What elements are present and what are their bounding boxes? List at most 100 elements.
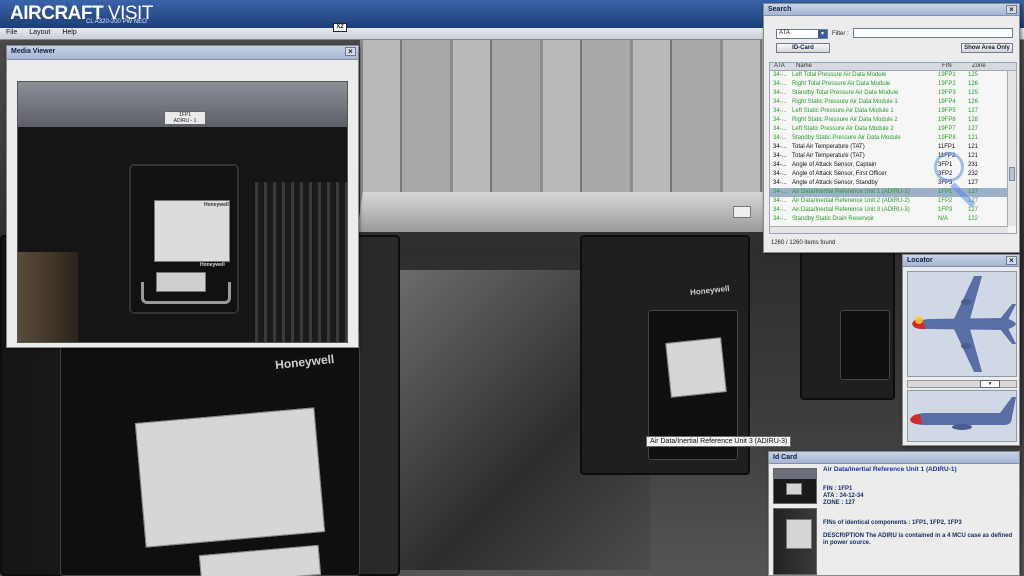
thumbnail-plate: [786, 483, 802, 495]
table-row[interactable]: 34-... Right Static Pressure Air Data Mod…: [770, 116, 1016, 125]
show-area-only-button[interactable]: Show Area Only: [961, 43, 1013, 53]
cell-ata: 34-...: [773, 108, 787, 114]
table-row[interactable]: 34-... Left Static Pressure Air Data Modu…: [770, 107, 1016, 116]
aircraft-top-view[interactable]: [907, 271, 1017, 377]
slider-knob[interactable]: ▼: [980, 380, 1000, 388]
table-row[interactable]: 34-... Right Total Pressure Air Data Modu…: [770, 80, 1016, 89]
cell-ata: 34-...: [773, 171, 787, 177]
column-header-name[interactable]: Name: [792, 63, 938, 70]
cell-name: Total Air Temperature (TAT): [792, 144, 865, 150]
cell-ata: 34-...: [773, 144, 787, 150]
cell-fin: 19FP8: [938, 135, 956, 141]
locator-slider[interactable]: ▼: [907, 380, 1017, 388]
cell-zone: 125: [968, 72, 979, 78]
cell-name: Angle of Attack Sensor, First Officer: [792, 171, 887, 177]
locator-window: Locator × ▼: [902, 254, 1020, 446]
table-row[interactable]: 34-... Angle of Attack Sensor, Captain 3FP…: [770, 161, 1016, 170]
cell-name: Left Static Pressure Air Data Module 1: [792, 108, 894, 114]
photo-brand-label: Honeywell: [204, 202, 229, 208]
close-icon[interactable]: ×: [1006, 256, 1017, 265]
component-zone: ZONE : 127: [823, 500, 856, 506]
cell-ata: 34-...: [773, 198, 787, 204]
cell-name: Standby Static Pressure Air Data Module: [792, 135, 901, 141]
table-row[interactable]: 34-... Air Data/Inertial Reference Unit 2…: [770, 197, 1016, 206]
photo-brand-label-lower: Honeywell: [200, 262, 225, 268]
aircraft-model-label: CL A320-200 PW NEO: [86, 19, 147, 25]
table-row[interactable]: 34-... Air Data/Inertial Reference Unit 3…: [770, 206, 1016, 215]
media-viewer-title-bar[interactable]: Media Viewer ×: [7, 46, 358, 60]
cell-zone: 121: [968, 153, 979, 159]
column-header-zone[interactable]: Zone: [968, 63, 992, 70]
column-header-fin[interactable]: FIN: [938, 63, 968, 70]
cell-ata: 34-...: [773, 216, 787, 222]
cell-fin: N/A: [938, 216, 949, 222]
close-icon[interactable]: ×: [1006, 5, 1017, 14]
table-row[interactable]: 34-... Left Total Pressure Air Data Modul…: [770, 71, 1016, 80]
media-photo[interactable]: 1FP1 ADIRU - 1 Honeywell Honeywell: [17, 81, 348, 343]
cell-zone: 126: [968, 81, 979, 87]
cell-zone: 127: [968, 180, 979, 186]
cell-zone: 232: [968, 171, 979, 177]
cell-name: Angle of Attack Sensor, Captain: [792, 162, 877, 168]
cell-zone: 125: [968, 90, 979, 96]
category-select-value: ATA: [779, 30, 790, 36]
cell-ata: 34-...: [773, 135, 787, 141]
cell-name: Standby Total Pressure Air Data Module: [792, 90, 899, 96]
menu-help[interactable]: Help: [56, 28, 82, 37]
shelf-label: [733, 206, 751, 218]
id-card-details: Air Data/Inertial Reference Unit 1 (ADIR…: [823, 466, 1019, 547]
adiru-3-nameplate: [665, 337, 727, 398]
table-row[interactable]: 34-... Total Air Temperature (TAT) 11FP1 12…: [770, 143, 1016, 152]
id-card-thumbnail-1[interactable]: [773, 468, 817, 504]
aircraft-side-view[interactable]: [907, 390, 1017, 442]
close-icon[interactable]: ×: [345, 47, 356, 56]
cell-fin: 19FP3: [938, 90, 956, 96]
id-card-thumbnail-2[interactable]: [773, 508, 817, 575]
cell-fin: 19FP4: [938, 99, 956, 105]
zoom-x2-button[interactable]: X2: [333, 23, 347, 32]
scrollbar-thumb[interactable]: [1009, 167, 1015, 181]
table-row[interactable]: 34-... Angle of Attack Sensor, Standby 3FP…: [770, 179, 1016, 188]
adiru-2-unit[interactable]: [840, 310, 890, 380]
search-title-bar[interactable]: Search ×: [764, 4, 1019, 16]
column-header-ata[interactable]: ATA: [770, 63, 792, 70]
cell-name: Left Static Pressure Air Data Module 2: [792, 126, 894, 132]
component-name: Air Data/Inertial Reference Unit 1 (ADIR…: [823, 466, 957, 473]
cell-ata: 34-...: [773, 117, 787, 123]
table-row[interactable]: 34-... Angle of Attack Sensor, First Offi…: [770, 170, 1016, 179]
component-description: DESCRIPTION The ADIRU is contained in a …: [823, 533, 1013, 546]
id-card-button[interactable]: ID-Card: [776, 43, 830, 53]
menu-file[interactable]: File: [0, 28, 23, 37]
identical-components: FINs of identical components : 1FP1, 1FP…: [823, 520, 962, 526]
table-row[interactable]: 34-... Standby Static Pressure Air Data M…: [770, 134, 1016, 143]
cell-ata: 34-...: [773, 99, 787, 105]
photo-unit-handle: [141, 282, 231, 304]
table-body: 34-... Left Total Pressure Air Data Modul…: [770, 71, 1016, 224]
table-row[interactable]: 34-... Standby Static Drain Reservoir N/A 1…: [770, 215, 1016, 224]
category-select[interactable]: ATA ▼: [776, 29, 828, 39]
id-card-title-bar[interactable]: Id Card: [769, 452, 1019, 464]
cell-ata: 34-...: [773, 162, 787, 168]
table-row[interactable]: 34-... Total Air Temperature (TAT) 11FP2 12…: [770, 152, 1016, 161]
table-row[interactable]: 34-... Left Static Pressure Air Data Modu…: [770, 125, 1016, 134]
cell-name: Air Data/Inertial Reference Unit 3 (ADIR…: [792, 207, 910, 213]
filter-input[interactable]: [853, 28, 1013, 38]
search-title: Search: [768, 6, 792, 13]
table-row[interactable]: 34-... Standby Total Pressure Air Data Mo…: [770, 89, 1016, 98]
menu-layout[interactable]: Layout: [23, 28, 56, 37]
table-header: ATA Name FIN Zone: [770, 63, 1016, 71]
filter-label: Filter :: [832, 31, 849, 37]
cell-ata: 34-...: [773, 153, 787, 159]
vertical-scrollbar[interactable]: [1007, 71, 1016, 226]
horizontal-scrollbar[interactable]: [770, 226, 1008, 233]
cell-zone: 128: [968, 117, 979, 123]
cell-fin: 11FP1: [938, 144, 956, 150]
cell-fin: 1FP3: [938, 207, 953, 213]
cell-zone: 126: [968, 99, 979, 105]
locator-title-bar[interactable]: Locator ×: [903, 255, 1019, 267]
table-row[interactable]: 34-... Air Data/Inertial Reference Unit 1…: [770, 188, 1016, 197]
table-row[interactable]: 34-... Right Static Pressure Air Data Mod…: [770, 98, 1016, 107]
cell-zone: 127: [968, 189, 979, 195]
cell-name: Right Total Pressure Air Data Module: [792, 81, 891, 87]
part-hover-tooltip: Air Data/Inertial Reference Unit 3 (ADIR…: [646, 436, 792, 447]
